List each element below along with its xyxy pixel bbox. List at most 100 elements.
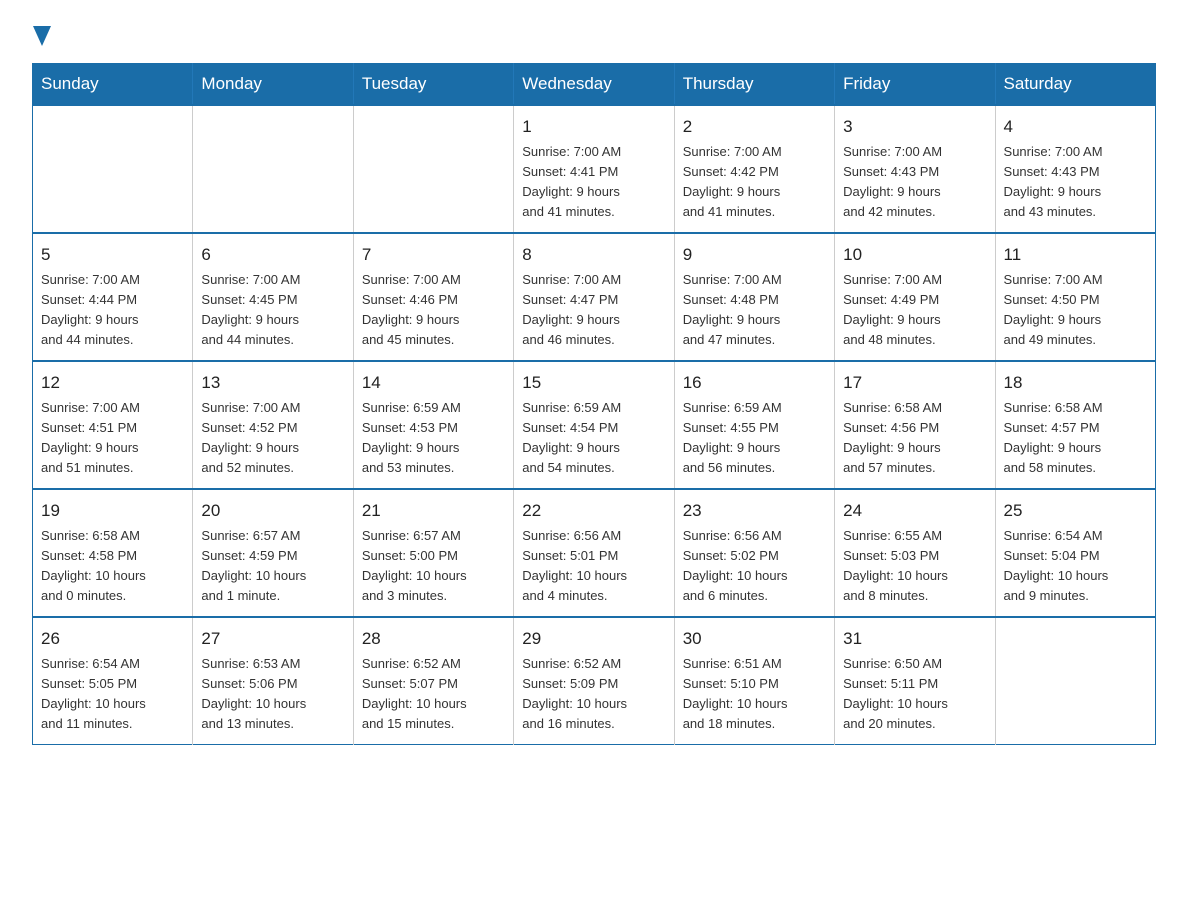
day-info: Sunrise: 6:56 AMSunset: 5:02 PMDaylight:… (683, 526, 826, 607)
calendar-cell: 18Sunrise: 6:58 AMSunset: 4:57 PMDayligh… (995, 361, 1155, 489)
day-number: 10 (843, 242, 986, 268)
calendar-cell: 27Sunrise: 6:53 AMSunset: 5:06 PMDayligh… (193, 617, 353, 745)
calendar-cell: 20Sunrise: 6:57 AMSunset: 4:59 PMDayligh… (193, 489, 353, 617)
calendar-week-row: 1Sunrise: 7:00 AMSunset: 4:41 PMDaylight… (33, 105, 1156, 233)
day-number: 3 (843, 114, 986, 140)
day-info: Sunrise: 6:54 AMSunset: 5:04 PMDaylight:… (1004, 526, 1147, 607)
day-number: 12 (41, 370, 184, 396)
weekday-header-thursday: Thursday (674, 64, 834, 106)
day-number: 19 (41, 498, 184, 524)
day-number: 5 (41, 242, 184, 268)
weekday-header-row: SundayMondayTuesdayWednesdayThursdayFrid… (33, 64, 1156, 106)
calendar-cell: 13Sunrise: 7:00 AMSunset: 4:52 PMDayligh… (193, 361, 353, 489)
day-info: Sunrise: 7:00 AMSunset: 4:44 PMDaylight:… (41, 270, 184, 351)
logo-arrow-icon (33, 26, 51, 48)
calendar-table: SundayMondayTuesdayWednesdayThursdayFrid… (32, 63, 1156, 745)
day-number: 11 (1004, 242, 1147, 268)
day-info: Sunrise: 6:52 AMSunset: 5:07 PMDaylight:… (362, 654, 505, 735)
calendar-cell: 29Sunrise: 6:52 AMSunset: 5:09 PMDayligh… (514, 617, 674, 745)
weekday-header-sunday: Sunday (33, 64, 193, 106)
calendar-cell: 2Sunrise: 7:00 AMSunset: 4:42 PMDaylight… (674, 105, 834, 233)
calendar-cell: 14Sunrise: 6:59 AMSunset: 4:53 PMDayligh… (353, 361, 513, 489)
day-info: Sunrise: 7:00 AMSunset: 4:49 PMDaylight:… (843, 270, 986, 351)
day-number: 6 (201, 242, 344, 268)
day-info: Sunrise: 6:57 AMSunset: 5:00 PMDaylight:… (362, 526, 505, 607)
calendar-cell: 31Sunrise: 6:50 AMSunset: 5:11 PMDayligh… (835, 617, 995, 745)
day-number: 8 (522, 242, 665, 268)
day-info: Sunrise: 6:58 AMSunset: 4:56 PMDaylight:… (843, 398, 986, 479)
calendar-cell: 7Sunrise: 7:00 AMSunset: 4:46 PMDaylight… (353, 233, 513, 361)
calendar-cell: 19Sunrise: 6:58 AMSunset: 4:58 PMDayligh… (33, 489, 193, 617)
calendar-cell: 11Sunrise: 7:00 AMSunset: 4:50 PMDayligh… (995, 233, 1155, 361)
calendar-cell: 16Sunrise: 6:59 AMSunset: 4:55 PMDayligh… (674, 361, 834, 489)
day-number: 23 (683, 498, 826, 524)
day-number: 13 (201, 370, 344, 396)
day-info: Sunrise: 6:56 AMSunset: 5:01 PMDaylight:… (522, 526, 665, 607)
day-number: 2 (683, 114, 826, 140)
day-info: Sunrise: 7:00 AMSunset: 4:46 PMDaylight:… (362, 270, 505, 351)
calendar-cell: 30Sunrise: 6:51 AMSunset: 5:10 PMDayligh… (674, 617, 834, 745)
calendar-cell: 3Sunrise: 7:00 AMSunset: 4:43 PMDaylight… (835, 105, 995, 233)
calendar-cell (33, 105, 193, 233)
calendar-cell: 5Sunrise: 7:00 AMSunset: 4:44 PMDaylight… (33, 233, 193, 361)
calendar-cell: 28Sunrise: 6:52 AMSunset: 5:07 PMDayligh… (353, 617, 513, 745)
day-info: Sunrise: 7:00 AMSunset: 4:43 PMDaylight:… (843, 142, 986, 223)
day-info: Sunrise: 6:53 AMSunset: 5:06 PMDaylight:… (201, 654, 344, 735)
day-info: Sunrise: 7:00 AMSunset: 4:47 PMDaylight:… (522, 270, 665, 351)
day-number: 17 (843, 370, 986, 396)
day-number: 9 (683, 242, 826, 268)
day-info: Sunrise: 6:59 AMSunset: 4:53 PMDaylight:… (362, 398, 505, 479)
calendar-week-row: 19Sunrise: 6:58 AMSunset: 4:58 PMDayligh… (33, 489, 1156, 617)
day-info: Sunrise: 6:59 AMSunset: 4:54 PMDaylight:… (522, 398, 665, 479)
day-info: Sunrise: 7:00 AMSunset: 4:42 PMDaylight:… (683, 142, 826, 223)
logo (32, 24, 52, 51)
calendar-cell: 4Sunrise: 7:00 AMSunset: 4:43 PMDaylight… (995, 105, 1155, 233)
day-info: Sunrise: 6:54 AMSunset: 5:05 PMDaylight:… (41, 654, 184, 735)
day-number: 15 (522, 370, 665, 396)
day-number: 1 (522, 114, 665, 140)
day-number: 22 (522, 498, 665, 524)
calendar-cell: 24Sunrise: 6:55 AMSunset: 5:03 PMDayligh… (835, 489, 995, 617)
weekday-header-wednesday: Wednesday (514, 64, 674, 106)
day-number: 16 (683, 370, 826, 396)
calendar-cell: 9Sunrise: 7:00 AMSunset: 4:48 PMDaylight… (674, 233, 834, 361)
calendar-cell (995, 617, 1155, 745)
calendar-cell: 21Sunrise: 6:57 AMSunset: 5:00 PMDayligh… (353, 489, 513, 617)
day-number: 29 (522, 626, 665, 652)
weekday-header-tuesday: Tuesday (353, 64, 513, 106)
day-info: Sunrise: 6:55 AMSunset: 5:03 PMDaylight:… (843, 526, 986, 607)
calendar-cell: 8Sunrise: 7:00 AMSunset: 4:47 PMDaylight… (514, 233, 674, 361)
calendar-cell: 22Sunrise: 6:56 AMSunset: 5:01 PMDayligh… (514, 489, 674, 617)
weekday-header-saturday: Saturday (995, 64, 1155, 106)
calendar-cell: 1Sunrise: 7:00 AMSunset: 4:41 PMDaylight… (514, 105, 674, 233)
day-number: 21 (362, 498, 505, 524)
page-header (32, 24, 1156, 51)
day-number: 27 (201, 626, 344, 652)
day-info: Sunrise: 6:58 AMSunset: 4:58 PMDaylight:… (41, 526, 184, 607)
day-info: Sunrise: 7:00 AMSunset: 4:48 PMDaylight:… (683, 270, 826, 351)
day-number: 26 (41, 626, 184, 652)
day-info: Sunrise: 7:00 AMSunset: 4:45 PMDaylight:… (201, 270, 344, 351)
day-info: Sunrise: 7:00 AMSunset: 4:50 PMDaylight:… (1004, 270, 1147, 351)
calendar-cell: 12Sunrise: 7:00 AMSunset: 4:51 PMDayligh… (33, 361, 193, 489)
day-info: Sunrise: 6:50 AMSunset: 5:11 PMDaylight:… (843, 654, 986, 735)
calendar-week-row: 12Sunrise: 7:00 AMSunset: 4:51 PMDayligh… (33, 361, 1156, 489)
day-info: Sunrise: 7:00 AMSunset: 4:52 PMDaylight:… (201, 398, 344, 479)
day-number: 31 (843, 626, 986, 652)
calendar-cell: 26Sunrise: 6:54 AMSunset: 5:05 PMDayligh… (33, 617, 193, 745)
day-number: 20 (201, 498, 344, 524)
day-info: Sunrise: 7:00 AMSunset: 4:41 PMDaylight:… (522, 142, 665, 223)
calendar-cell (193, 105, 353, 233)
calendar-cell: 10Sunrise: 7:00 AMSunset: 4:49 PMDayligh… (835, 233, 995, 361)
day-info: Sunrise: 6:57 AMSunset: 4:59 PMDaylight:… (201, 526, 344, 607)
calendar-week-row: 26Sunrise: 6:54 AMSunset: 5:05 PMDayligh… (33, 617, 1156, 745)
calendar-cell: 17Sunrise: 6:58 AMSunset: 4:56 PMDayligh… (835, 361, 995, 489)
day-info: Sunrise: 7:00 AMSunset: 4:51 PMDaylight:… (41, 398, 184, 479)
day-number: 25 (1004, 498, 1147, 524)
calendar-cell: 25Sunrise: 6:54 AMSunset: 5:04 PMDayligh… (995, 489, 1155, 617)
day-number: 28 (362, 626, 505, 652)
day-number: 30 (683, 626, 826, 652)
calendar-cell: 6Sunrise: 7:00 AMSunset: 4:45 PMDaylight… (193, 233, 353, 361)
day-number: 7 (362, 242, 505, 268)
calendar-week-row: 5Sunrise: 7:00 AMSunset: 4:44 PMDaylight… (33, 233, 1156, 361)
